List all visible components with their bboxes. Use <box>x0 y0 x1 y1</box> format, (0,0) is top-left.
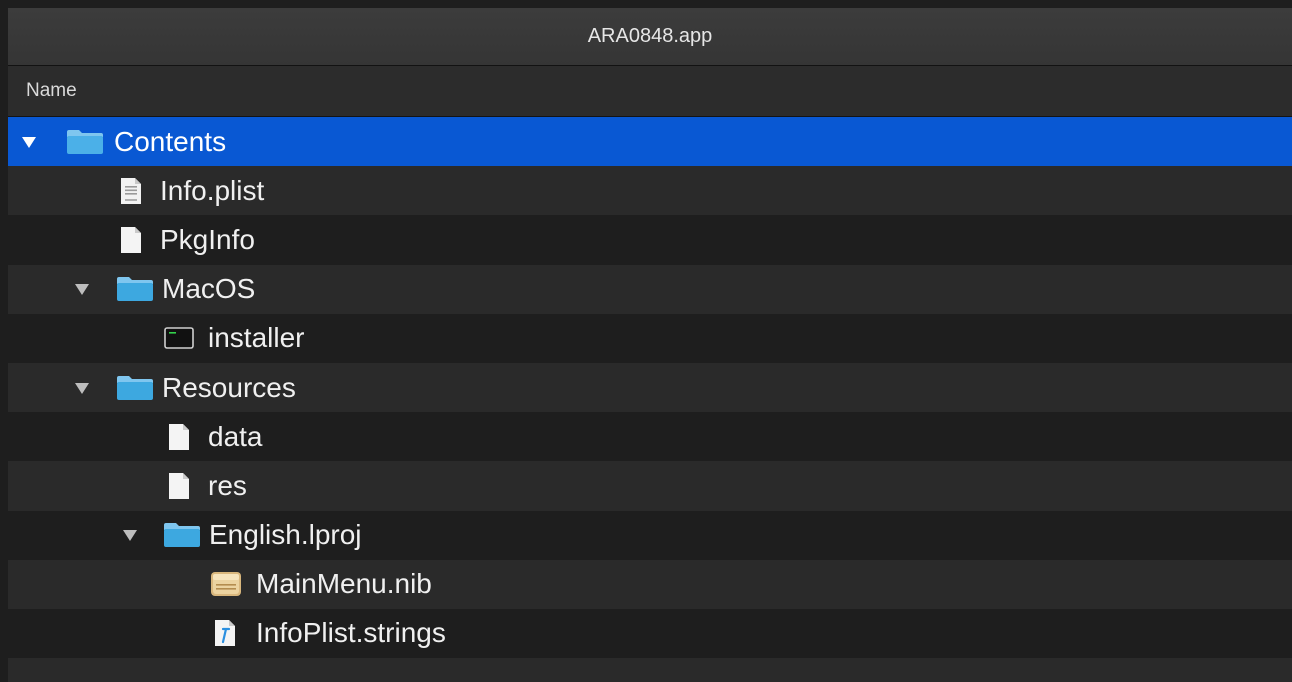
tree-row-contents[interactable]: Contents <box>8 117 1292 167</box>
disclosure-triangle-icon[interactable] <box>120 525 140 545</box>
tree-row-label: res <box>208 469 247 501</box>
window-title: ARA0848.app <box>587 25 713 47</box>
disclosure-triangle-icon[interactable] <box>72 279 92 299</box>
tree-row-label: English.lproj <box>209 519 362 551</box>
tree-row-pkginfo[interactable]: PkgInfo <box>8 215 1292 265</box>
disclosure-triangle-icon[interactable] <box>19 132 39 152</box>
name-column-label: Name <box>26 80 77 101</box>
strings-file-icon <box>214 619 236 647</box>
tree-row-info-plist[interactable]: Info.plist <box>8 166 1292 216</box>
tree-row-label: Resources <box>162 371 296 403</box>
terminal-executable-icon <box>164 326 194 350</box>
tree-row-label: Contents <box>114 125 227 157</box>
nib-file-icon <box>210 570 242 598</box>
tree-row-label: installer <box>208 322 305 354</box>
tree-row-label: MainMenu.nib <box>256 568 432 600</box>
tree-row-label: InfoPlist.strings <box>256 617 446 649</box>
tree-row-label: data <box>208 420 263 452</box>
document-icon <box>168 423 190 451</box>
empty-row <box>8 658 1292 682</box>
tree-row-label: Info.plist <box>160 174 265 206</box>
tree-row-macos[interactable]: MacOS <box>8 264 1292 314</box>
disclosure-triangle-icon[interactable] <box>72 378 92 398</box>
tree-row-english-lproj[interactable]: English.lproj <box>8 510 1292 560</box>
name-column-header[interactable]: Name <box>8 66 1292 117</box>
window-titlebar: ARA0848.app <box>8 8 1292 66</box>
tree-row-data[interactable]: data <box>8 412 1292 462</box>
folder-icon <box>116 276 154 302</box>
tree-row-label: MacOS <box>162 273 256 305</box>
tree-row-label: PkgInfo <box>160 223 255 255</box>
tree-row-installer[interactable]: installer <box>8 313 1292 363</box>
tree-row-resources[interactable]: Resources <box>8 362 1292 413</box>
folder-icon <box>163 522 201 548</box>
plist-file-icon <box>120 177 142 205</box>
file-tree: Contents Info.plist PkgInfo MacOS instal… <box>8 117 1292 682</box>
folder-icon <box>116 375 154 401</box>
folder-icon <box>66 129 104 155</box>
finder-window: ARA0848.app Name Contents Info.plist Pkg… <box>8 8 1292 682</box>
tree-row-res[interactable]: res <box>8 461 1292 511</box>
document-icon <box>120 226 142 254</box>
tree-row-infoplist-strings[interactable]: InfoPlist.strings <box>8 608 1292 659</box>
document-icon <box>168 472 190 500</box>
tree-row-mainmenu-nib[interactable]: MainMenu.nib <box>8 559 1292 609</box>
